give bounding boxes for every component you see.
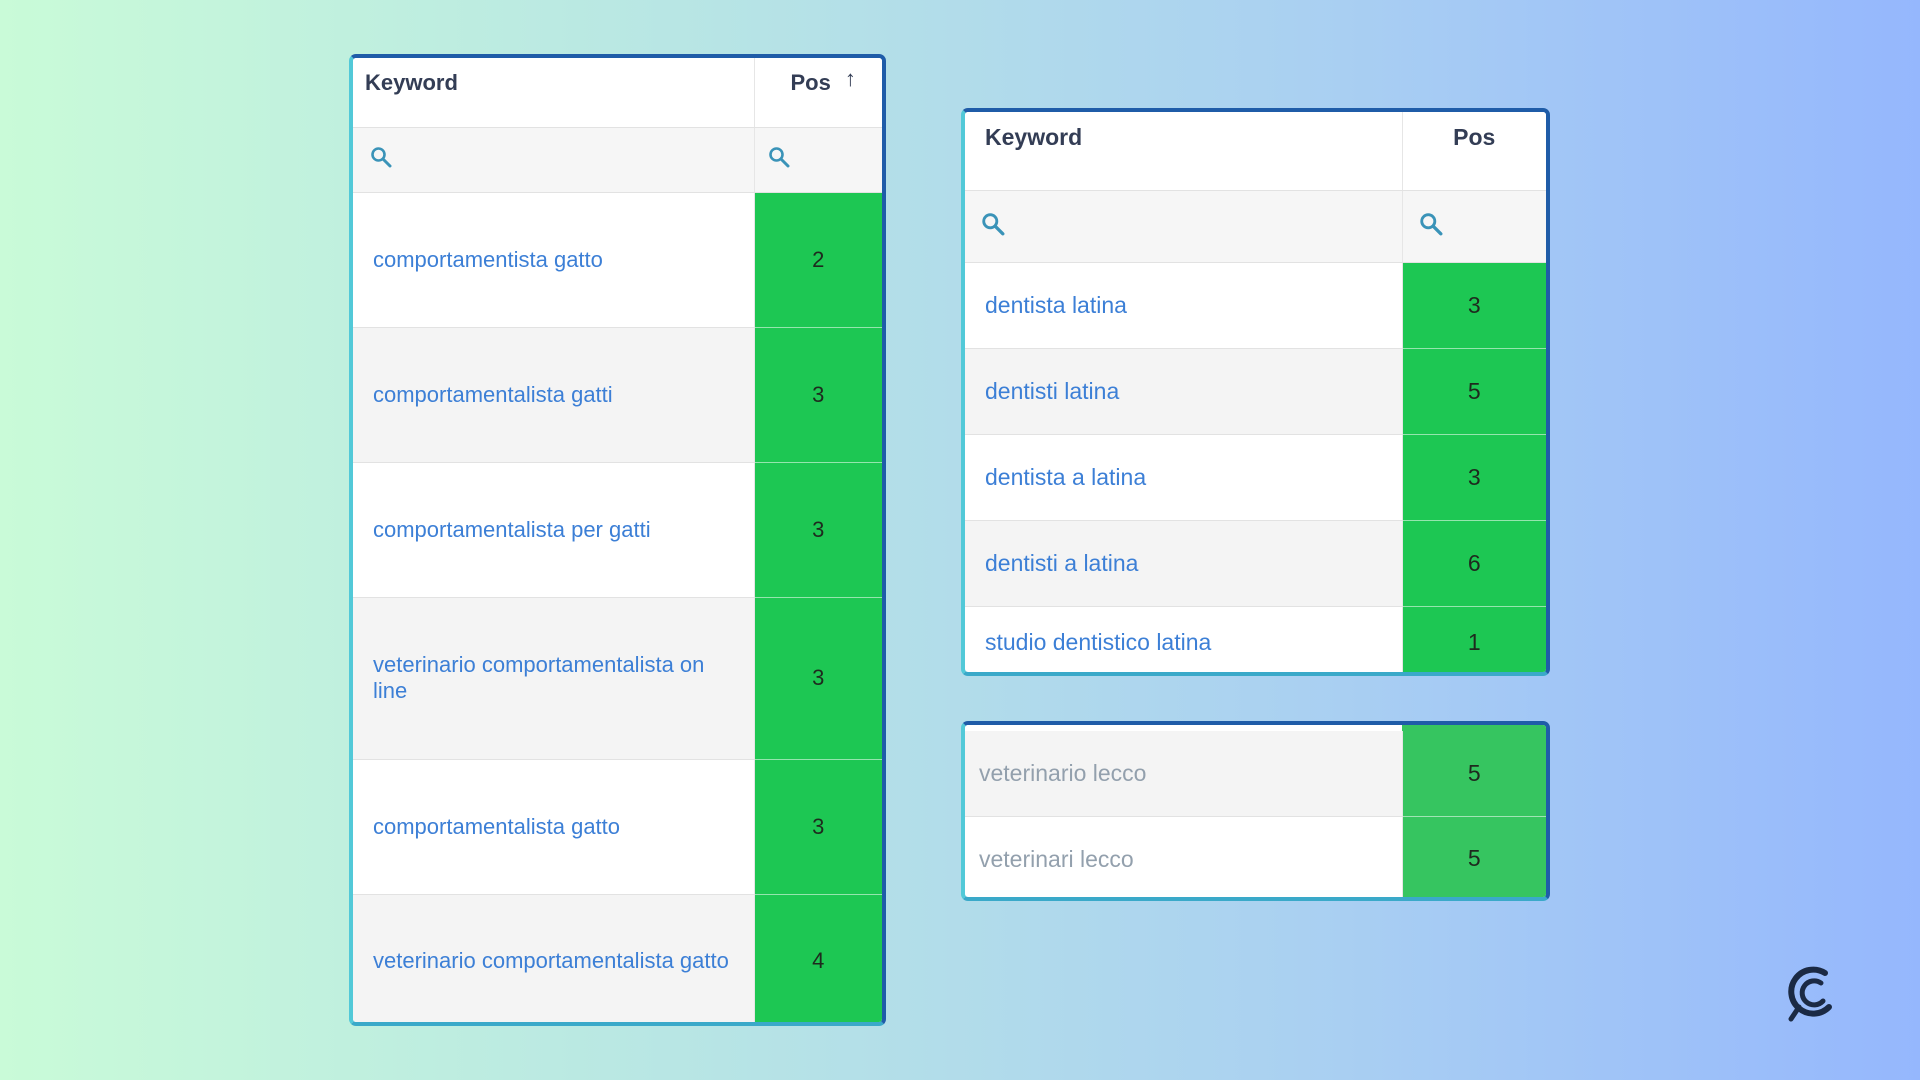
table-header-row: Keyword Pos ↑ — [353, 58, 882, 128]
table-row: dentisti latina 5 — [965, 348, 1546, 435]
pos-cell: 3 — [753, 759, 882, 895]
pos-cell: 5 — [1401, 348, 1546, 435]
table-row: comportamentalista per gatti 3 — [353, 462, 882, 598]
pos-cell: 3 — [753, 327, 882, 463]
keyword-filter-cell[interactable] — [353, 127, 754, 193]
pos-cell: 3 — [753, 462, 882, 598]
filter-row — [965, 190, 1546, 263]
keyword-table: Keyword Pos dentista latina 3 dentisti la… — [965, 112, 1546, 672]
search-icon[interactable] — [768, 146, 790, 168]
pos-cell: 5 — [1401, 816, 1546, 897]
table-row: dentista a latina 3 — [965, 434, 1546, 521]
pos-cell: 3 — [753, 597, 882, 760]
column-header-keyword[interactable]: Keyword — [353, 58, 754, 128]
column-header-pos[interactable]: Pos ↑ — [753, 58, 882, 128]
keyword-link[interactable]: veterinario lecco — [965, 731, 1402, 817]
column-header-keyword[interactable]: Keyword — [965, 112, 1402, 191]
keyword-link[interactable]: comportamentalista gatti — [353, 327, 754, 463]
table-header-row: Keyword Pos — [965, 112, 1546, 191]
logo-icon — [1785, 963, 1839, 1023]
keyword-link[interactable]: veterinari lecco — [965, 816, 1402, 897]
pos-cell: 5 — [1401, 731, 1546, 817]
table-row: veterinario comportamentalista on line 3 — [353, 597, 882, 760]
table-row: comportamentista gatto 2 — [353, 192, 882, 328]
pos-cell: 1 — [1401, 606, 1546, 672]
keyword-link[interactable]: dentisti latina — [965, 348, 1402, 435]
table-row: comportamentalista gatto 3 — [353, 759, 882, 895]
pos-cell: 3 — [1401, 434, 1546, 521]
keyword-link[interactable]: comportamentalista per gatti — [353, 462, 754, 598]
table-row: comportamentalista gatti 3 — [353, 327, 882, 463]
table-row: dentista latina 3 — [965, 262, 1546, 349]
search-icon[interactable] — [981, 212, 1005, 236]
keyword-link[interactable]: veterinario comportamentalista gatto — [353, 894, 754, 1022]
keyword-link[interactable]: dentista latina — [965, 262, 1402, 349]
keyword-table-panel-c: veterinario lecco 5 veterinari lecco 5 — [961, 721, 1550, 901]
column-header-pos[interactable]: Pos — [1401, 112, 1546, 191]
keyword-table: Keyword Pos ↑ comportamentista gatto 2 com… — [353, 58, 882, 1022]
column-header-pos-label: Pos — [790, 70, 831, 95]
pos-filter-cell[interactable] — [753, 127, 882, 193]
keyword-filter-cell[interactable] — [965, 190, 1402, 263]
filter-row — [353, 127, 882, 193]
pos-cell: 4 — [753, 894, 882, 1022]
sort-ascending-icon[interactable]: ↑ — [845, 66, 856, 92]
table-row: veterinario comportamentalista gatto 4 — [353, 894, 882, 1022]
search-icon[interactable] — [370, 146, 392, 168]
keyword-link[interactable]: veterinario comportamentalista on line — [353, 597, 754, 760]
keyword-link[interactable]: dentisti a latina — [965, 520, 1402, 607]
pos-cell: 2 — [753, 192, 882, 328]
keyword-table-panel-a: Keyword Pos ↑ comportamentista gatto 2 com… — [349, 54, 886, 1026]
keyword-table: veterinario lecco 5 veterinari lecco 5 — [965, 725, 1546, 897]
keyword-link[interactable]: comportamentista gatto — [353, 192, 754, 328]
pos-filter-cell[interactable] — [1401, 190, 1546, 263]
table-row: studio dentistico latina 1 — [965, 606, 1546, 672]
table-row: veterinario lecco 5 — [965, 731, 1546, 817]
pos-cell: 3 — [1401, 262, 1546, 349]
table-row: veterinari lecco 5 — [965, 816, 1546, 897]
table-row: dentisti a latina 6 — [965, 520, 1546, 607]
keyword-link[interactable]: comportamentalista gatto — [353, 759, 754, 895]
keyword-link[interactable]: studio dentistico latina — [965, 606, 1402, 672]
keyword-link[interactable]: dentista a latina — [965, 434, 1402, 521]
search-icon[interactable] — [1419, 212, 1443, 236]
keyword-table-panel-b: Keyword Pos dentista latina 3 dentisti la… — [961, 108, 1550, 676]
pos-cell: 6 — [1401, 520, 1546, 607]
